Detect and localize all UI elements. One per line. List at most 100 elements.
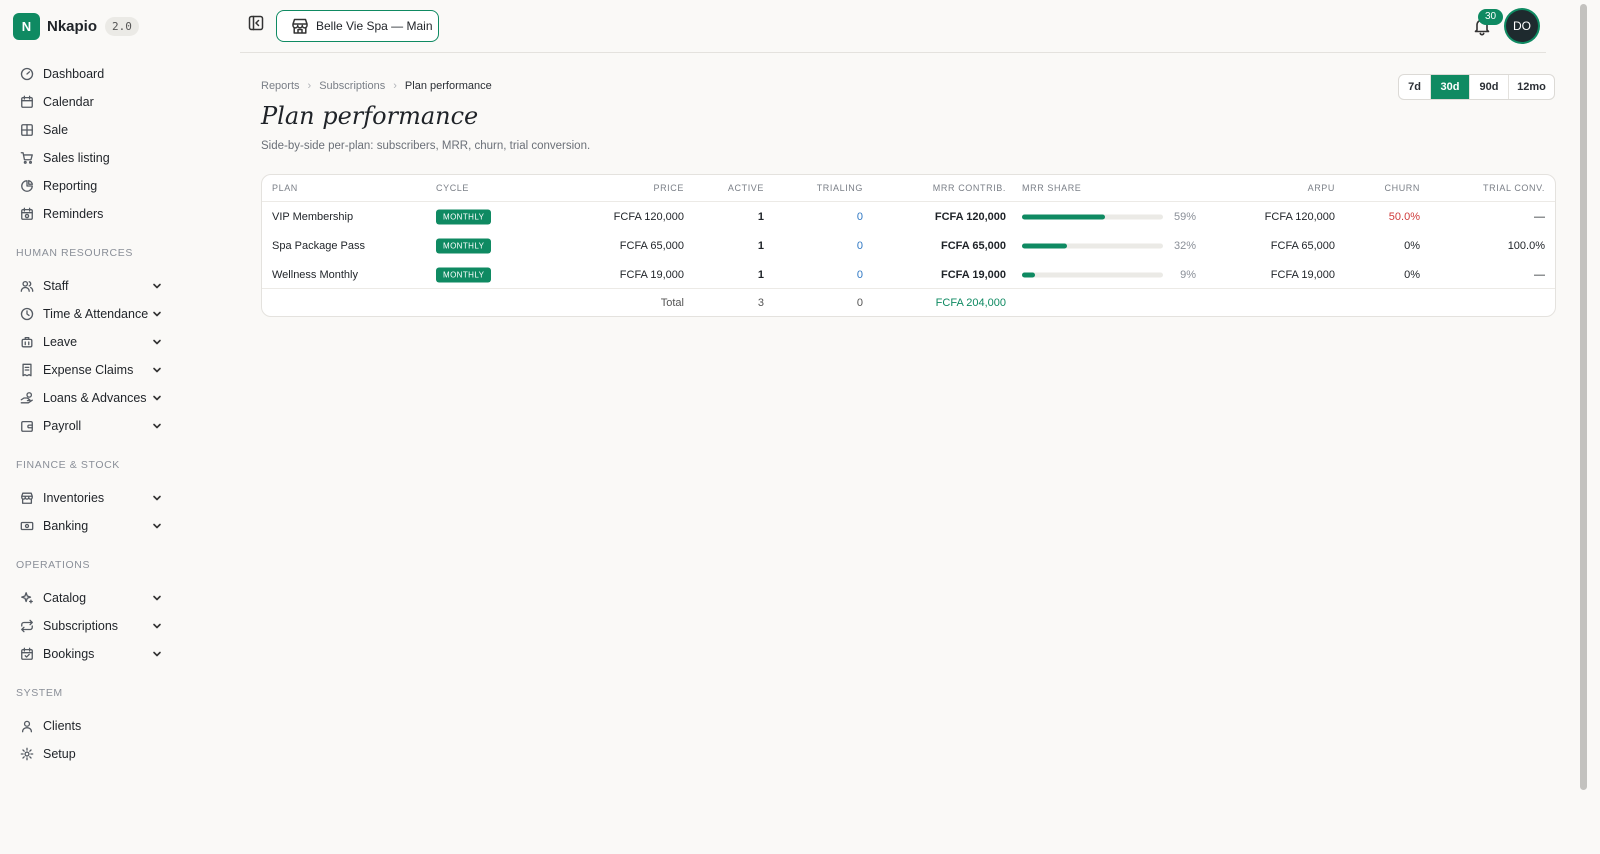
chevron-down-icon <box>153 339 161 345</box>
sidebar-item-label: Payroll <box>43 419 82 433</box>
sidebar-item-label: Sale <box>43 123 69 137</box>
plan-price: FCFA 65,000 <box>619 239 684 252</box>
sidebar-item-payroll[interactable]: Payroll <box>20 415 162 437</box>
mrr-share-pct: 32% <box>1173 239 1196 252</box>
sidebar-item-staff[interactable]: Staff <box>20 275 162 297</box>
col-mrr-contrib[interactable]: MRR CONTRIB. <box>933 183 1006 193</box>
mrr-contrib: FCFA 120,000 <box>934 210 1006 223</box>
alarm-icon <box>21 207 33 220</box>
page-subtitle: Side-by-side per-plan: subscribers, MRR,… <box>261 140 591 152</box>
sidebar-item-label: Bookings <box>43 647 95 661</box>
sidebar-item-label: Banking <box>43 519 89 533</box>
sidebar-item-leave[interactable]: Leave <box>20 331 162 353</box>
sidebar-item-subscriptions[interactable]: Subscriptions <box>20 615 162 637</box>
trialing-count[interactable]: 0 <box>857 211 863 223</box>
col-cycle[interactable]: CYCLE <box>436 183 469 193</box>
chevron-down-icon <box>153 311 161 317</box>
sidebar-item-time-attendance[interactable]: Time & Attendance <box>20 303 162 325</box>
table-header-row: PLAN CYCLE PRICE ACTIVE TRIALING MRR CON… <box>262 175 1555 202</box>
sidebar-item-sale[interactable]: Sale <box>20 119 162 141</box>
sidebar-item-inventories[interactable]: Inventories <box>20 487 162 509</box>
sidebar-item-loans-advances[interactable]: Loans & Advances <box>20 387 162 409</box>
table-row[interactable]: Spa Package Pass MONTHLY FCFA 65,000 1 0… <box>262 231 1555 260</box>
sidebar-item-clients[interactable]: Clients <box>20 715 162 737</box>
col-trialing[interactable]: TRIALING <box>817 183 863 193</box>
chevron-right-icon: › <box>307 80 312 92</box>
table-row[interactable]: Wellness Monthly MONTHLY FCFA 19,000 1 0… <box>262 260 1555 289</box>
breadcrumb-reports[interactable]: Reports <box>261 80 300 92</box>
sidebar-item-calendar[interactable]: Calendar <box>20 91 162 113</box>
user-avatar[interactable]: DO <box>1506 10 1538 42</box>
total-label: Total <box>660 297 684 309</box>
range-12mo-button[interactable]: 12mo <box>1509 75 1554 99</box>
sidebar-item-reminders[interactable]: Reminders <box>20 203 162 225</box>
breadcrumb-subscriptions[interactable]: Subscriptions <box>319 80 385 92</box>
breadcrumb-current: Plan performance <box>404 80 492 92</box>
trial-conversion: 100.0% <box>1507 239 1545 252</box>
col-price[interactable]: PRICE <box>653 183 684 193</box>
section-finance-stock: FINANCE & STOCK <box>16 459 120 471</box>
banknote-icon <box>20 521 34 531</box>
chevron-down-icon <box>153 367 161 373</box>
version-badge: 2.0 <box>105 17 139 36</box>
sidebar-collapse-icon[interactable] <box>248 15 264 31</box>
location-selector-button[interactable]: Belle Vie Spa — Main <box>276 10 439 42</box>
range-90d-button[interactable]: 90d <box>1470 75 1509 99</box>
total-mrr: FCFA 204,000 <box>935 297 1006 309</box>
brand-logo: N <box>13 13 40 40</box>
arpu: FCFA 19,000 <box>1270 268 1335 281</box>
brand[interactable]: N Nkapio 2.0 <box>13 13 139 40</box>
sidebar-item-dashboard[interactable]: Dashboard <box>20 63 162 85</box>
sidebar-item-expense-claims[interactable]: Expense Claims <box>20 359 162 381</box>
sidebar-item-setup[interactable]: Setup <box>20 743 162 765</box>
section-human-resources: HUMAN RESOURCES <box>16 247 133 259</box>
trialing-count[interactable]: 0 <box>857 240 863 252</box>
sparkles-icon <box>21 592 33 604</box>
col-churn[interactable]: CHURN <box>1385 183 1421 193</box>
location-name: Belle Vie Spa — Main <box>316 19 433 33</box>
chevron-right-icon: › <box>393 80 397 92</box>
active-count: 1 <box>757 239 764 252</box>
sidebar-item-banking[interactable]: Banking <box>20 515 162 537</box>
page-title: Plan performance <box>261 102 479 130</box>
chevron-down-icon <box>153 283 161 289</box>
brand-name: Nkapio <box>47 18 98 35</box>
grid-icon <box>21 124 33 136</box>
sidebar-item-label: Time & Attendance <box>43 307 149 321</box>
sidebar-item-label: Dashboard <box>43 67 105 81</box>
col-trial-conv[interactable]: TRIAL CONV. <box>1483 183 1545 193</box>
plan-price: FCFA 19,000 <box>619 268 684 281</box>
breadcrumb: Reports › Subscriptions › Plan performan… <box>261 80 492 92</box>
sidebar-item-label: Calendar <box>43 95 94 109</box>
plan-name: Wellness Monthly <box>272 268 358 281</box>
col-mrr-share[interactable]: MRR SHARE <box>1022 183 1081 193</box>
sidebar-item-reporting[interactable]: Reporting <box>20 175 162 197</box>
table-row[interactable]: VIP Membership MONTHLY FCFA 120,000 1 0 … <box>262 202 1555 231</box>
receipt-icon <box>22 363 32 377</box>
chevron-down-icon <box>153 523 161 529</box>
notification-count-badge[interactable]: 30 <box>1478 9 1504 25</box>
sidebar-item-bookings[interactable]: Bookings <box>20 643 162 665</box>
sidebar-item-label: Expense Claims <box>43 363 134 377</box>
sidebar-item-label: Setup <box>43 747 76 761</box>
scrollbar-thumb[interactable] <box>1580 4 1587 790</box>
range-7d-button[interactable]: 7d <box>1399 75 1431 99</box>
mrr-contrib: FCFA 19,000 <box>940 268 1006 281</box>
col-plan[interactable]: PLAN <box>272 183 298 193</box>
store-icon <box>21 492 33 504</box>
hand-coins-icon <box>20 392 33 404</box>
col-active[interactable]: ACTIVE <box>728 183 764 193</box>
chevron-down-icon <box>153 423 161 429</box>
chevron-down-icon <box>153 495 161 501</box>
sidebar-item-catalog[interactable]: Catalog <box>20 587 162 609</box>
range-30d-button[interactable]: 30d <box>1431 75 1470 99</box>
sidebar-item-sales-listing[interactable]: Sales listing <box>20 147 162 169</box>
trialing-count[interactable]: 0 <box>857 269 863 281</box>
pie-chart-icon <box>21 179 34 192</box>
beach-icon <box>21 336 33 348</box>
col-arpu[interactable]: ARPU <box>1308 183 1335 193</box>
mrr-share-fill <box>1022 214 1106 219</box>
mrr-share-pct: 59% <box>1173 210 1196 223</box>
churn-rate: 0% <box>1404 268 1420 281</box>
cycle-badge: MONTHLY <box>436 209 492 224</box>
